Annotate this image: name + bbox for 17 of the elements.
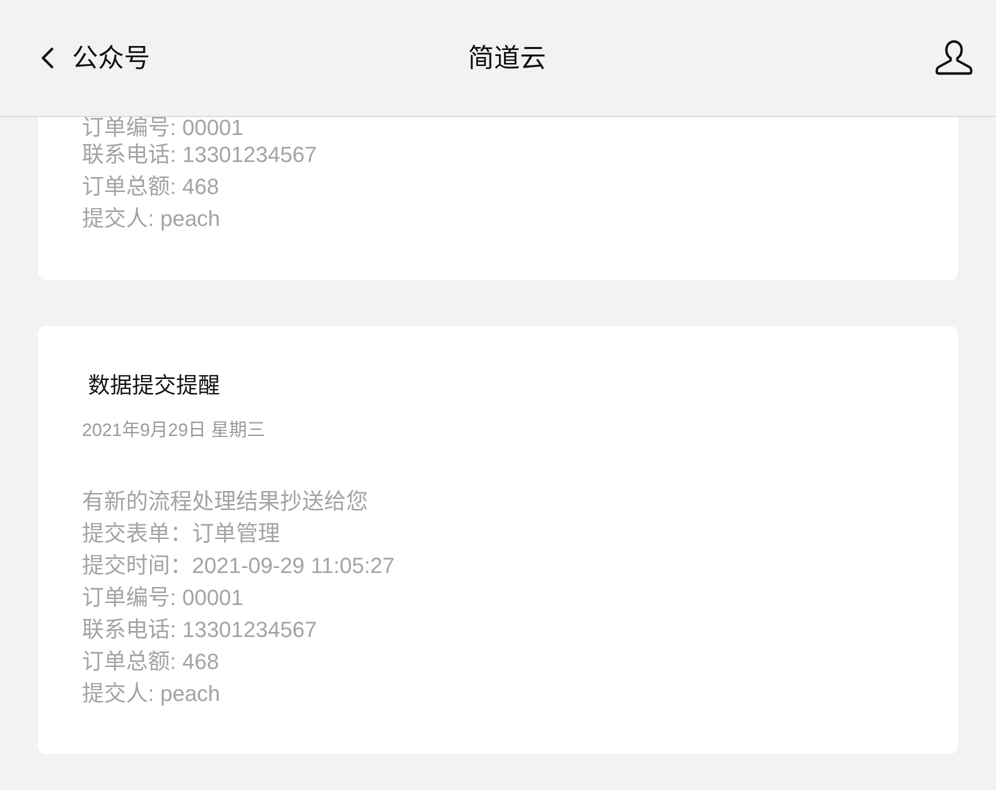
message-title: 数据提交提醒 bbox=[87, 372, 220, 400]
detail-line: 订单总额: 468 bbox=[82, 173, 219, 201]
detail-line: 提交表单：订单管理 bbox=[82, 520, 280, 548]
detail-line: 订单编号: 00001 bbox=[82, 584, 244, 612]
person-icon[interactable] bbox=[934, 39, 974, 77]
page-title: 简道云 bbox=[468, 42, 546, 75]
back-button[interactable]: 公众号 bbox=[40, 41, 150, 75]
detail-line: 订单编号: 00001 bbox=[82, 117, 244, 139]
detail-line: 联系电话: 13301234567 bbox=[82, 616, 317, 644]
detail-line: 有新的流程处理结果抄送给您 bbox=[82, 488, 368, 516]
detail-line: 提交人: peach bbox=[82, 205, 220, 233]
detail-line: 提交人: peach bbox=[82, 680, 220, 708]
message-date: 2021年9月29日 星期三 bbox=[82, 419, 266, 442]
detail-line: 联系电话: 13301234567 bbox=[82, 141, 317, 169]
detail-line: 订单总额: 468 bbox=[82, 648, 219, 676]
chevron-left-icon bbox=[40, 46, 56, 70]
detail-line: 提交时间：2021-09-29 11:05:27 bbox=[82, 552, 395, 580]
